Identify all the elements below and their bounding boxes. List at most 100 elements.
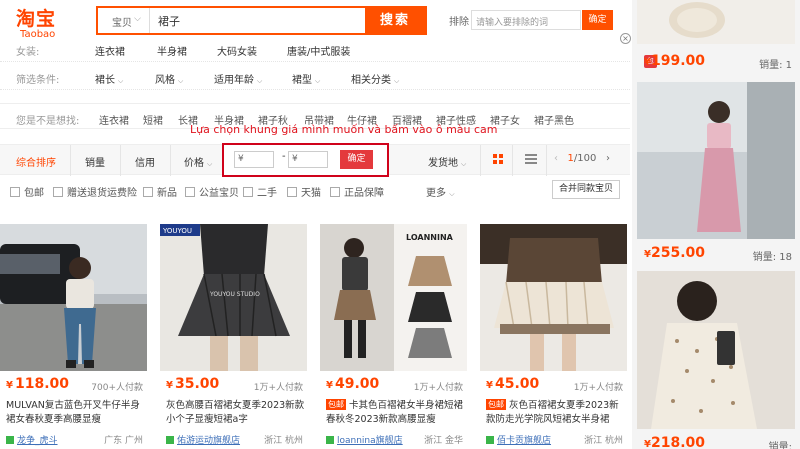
recommend-price: ¥199.00: [644, 53, 705, 69]
filter-dropdown[interactable]: 适用年龄 ⌵: [214, 71, 262, 86]
checkbox-genuine[interactable]: 正品保障: [330, 184, 384, 199]
recommend-image[interactable]: [637, 82, 795, 239]
suggestion-link[interactable]: 短裙: [143, 112, 163, 127]
checkbox-label: 公益宝贝: [199, 188, 239, 199]
price-value: 218.00: [650, 435, 705, 449]
product-title[interactable]: 包邮 卡其色百褶裙女半身裙短裙春秋冬2023新款高腰显瘦: [326, 399, 465, 427]
filter-dropdown-label: 裙型: [292, 75, 312, 86]
search-input[interactable]: 裙子: [150, 8, 365, 33]
shop-link[interactable]: loannina旗舰店: [326, 433, 403, 446]
chevron-down-icon: ⌵: [178, 77, 184, 85]
filter-dropdown[interactable]: 裙长 ⌵: [95, 71, 123, 86]
sort-credit[interactable]: 信用: [135, 154, 155, 169]
checkbox-new[interactable]: 新品: [143, 184, 177, 199]
chevron-down-icon: ⌵: [118, 77, 124, 85]
price-max-input[interactable]: ¥: [288, 151, 328, 168]
filter-item[interactable]: 唐装/中式服装: [287, 43, 350, 58]
checkbox-return-insurance[interactable]: 赠送退货运费险: [53, 184, 137, 199]
shop-icon: [6, 436, 14, 444]
filter-item[interactable]: 半身裙: [157, 43, 187, 58]
price-value: 255.00: [650, 245, 705, 261]
sort-price[interactable]: 价格 ⌵: [184, 154, 212, 169]
product-title-text: 卡其色百褶裙女半身裙短裙春秋冬2023新款高腰显瘦: [326, 400, 464, 425]
origin-dropdown[interactable]: 发货地 ⌵: [428, 154, 466, 169]
sort-default[interactable]: 综合排序: [16, 154, 56, 169]
divider: [480, 145, 481, 176]
checkbox-label: 新品: [157, 188, 177, 199]
divider: [546, 145, 547, 176]
more-dropdown[interactable]: 更多 ⌵: [426, 184, 455, 199]
filter-item[interactable]: 大码女装: [217, 43, 257, 58]
product-title[interactable]: 包邮 灰色百褶裙女夏季2023新款防走光学院风短裙女半身裙: [486, 399, 625, 427]
search-button[interactable]: 搜索: [365, 8, 425, 33]
product-price: ¥45.00: [486, 376, 540, 392]
sort-sales[interactable]: 销量: [85, 154, 105, 169]
checkbox-free-shipping[interactable]: 包邮: [10, 184, 44, 199]
checkbox-row: 包邮 赠送退货运费险 新品 公益宝贝 二手 天猫 正品保障 更多 ⌵ 合并同款宝…: [0, 177, 630, 203]
list-view-icon[interactable]: [525, 154, 537, 166]
product-title[interactable]: MULVAN复古蓝色开叉牛仔半身裙女春秋夏季高腰显瘦: [6, 399, 145, 427]
product-sold: 1万+人付款: [573, 383, 623, 393]
shop-icon: [166, 436, 174, 444]
suggestion-link[interactable]: 连衣裙: [99, 112, 129, 127]
product-image[interactable]: YOUYOU YOUYOU STUDIO: [160, 224, 307, 371]
recommend-sold: 销量:: [768, 442, 792, 449]
product-card[interactable]: YOUYOU YOUYOU STUDIO ¥35.00 1万+人付款 灰色高腰百…: [160, 224, 307, 449]
search-bar: 宝贝 ⌵ 裙子 搜索: [96, 6, 427, 35]
price-min-input[interactable]: ¥: [234, 151, 274, 168]
shop-name: 佰卡贡旗舰店: [497, 436, 552, 446]
product-card[interactable]: LOANNINA ¥49.00 1万+人付款 包邮 卡其色百褶裙女半身裙短裙春秋冬…: [320, 224, 467, 449]
product-card[interactable]: ¥45.00 1万+人付款 包邮 灰色百褶裙女夏季2023新款防走光学院风短裙女半…: [480, 224, 627, 449]
taobao-logo[interactable]: 淘宝 Taobao: [16, 4, 76, 40]
product-image[interactable]: LOANNINA: [320, 224, 467, 371]
brand-watermark: YOUYOU: [162, 227, 192, 235]
chevron-down-icon: ⌵: [207, 160, 213, 168]
pager: ‹ 1/100 ›: [554, 153, 610, 164]
shop-link[interactable]: 佰卡贡旗舰店: [486, 433, 551, 446]
search-type-select[interactable]: 宝贝 ⌵: [98, 8, 150, 33]
filter-label: 女装:: [16, 47, 40, 58]
product-title[interactable]: 灰色高腰百褶裙女夏季2023新款小个子显瘦短裙a字: [166, 399, 305, 427]
price-value: 49.00: [334, 376, 380, 392]
grid-view-icon[interactable]: [493, 154, 503, 164]
recommend-image[interactable]: [637, 271, 795, 429]
price-value: 118.00: [14, 376, 69, 392]
free-shipping-tag: 包邮: [486, 399, 506, 410]
checkbox-charity[interactable]: 公益宝贝: [185, 184, 239, 199]
price-confirm-button[interactable]: 确定: [340, 150, 373, 169]
checkbox-label: 正品保障: [344, 188, 384, 199]
product-location: 浙江 金华: [424, 436, 463, 446]
filter-dropdown-label: 相关分类: [351, 75, 391, 86]
checkbox-second-hand[interactable]: 二手: [243, 184, 277, 199]
logo-cn: 淘宝: [16, 8, 57, 30]
filter-dropdown[interactable]: 裙型 ⌵: [292, 71, 320, 86]
filter-dropdown-label: 风格: [155, 75, 175, 86]
product-price: ¥118.00: [6, 376, 69, 392]
merge-same-button[interactable]: 合并同款宝贝: [552, 180, 620, 199]
product-card[interactable]: ¥118.00 700+人付款 MULVAN复古蓝色开叉牛仔半身裙女春秋夏季高腰…: [0, 224, 147, 449]
filter-item[interactable]: 连衣裙: [95, 43, 125, 58]
product-price: ¥35.00: [166, 376, 220, 392]
total-pages: /100: [573, 153, 597, 164]
shop-link[interactable]: 龙争_虎斗: [6, 433, 58, 446]
product-location: 浙江 杭州: [264, 436, 303, 446]
filter-dropdown[interactable]: 相关分类 ⌵: [351, 71, 399, 86]
product-image[interactable]: [0, 224, 147, 371]
filter-label: 筛选条件:: [16, 75, 60, 86]
origin-label: 发货地: [428, 158, 458, 169]
next-page-icon[interactable]: ›: [606, 153, 610, 164]
shop-link[interactable]: 佑游运动旗舰店: [166, 433, 240, 446]
chevron-down-icon: ⌵: [315, 77, 321, 85]
checkbox-tmall[interactable]: 天猫: [287, 184, 321, 199]
suggestion-link[interactable]: 裙子黑色: [534, 112, 574, 127]
exclude-label: 排除: [449, 17, 469, 28]
recommend-image[interactable]: [637, 0, 795, 44]
brand-watermark: LOANNINA: [406, 233, 454, 242]
recommend-price: ¥255.00: [644, 245, 705, 261]
product-image[interactable]: [480, 224, 627, 371]
shop-name: loannina旗舰店: [337, 436, 403, 446]
filter-dropdown[interactable]: 风格 ⌵: [155, 71, 183, 86]
exclude-input[interactable]: 请输入要排除的词: [471, 10, 581, 30]
exclude-confirm-button[interactable]: 确定: [582, 10, 613, 30]
prev-page-icon[interactable]: ‹: [554, 153, 558, 164]
